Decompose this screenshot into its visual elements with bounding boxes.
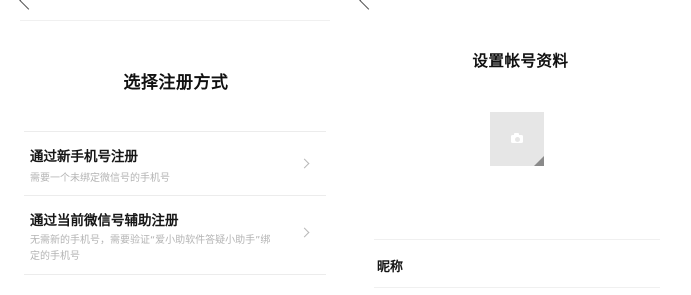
nickname-label: 昵称	[377, 260, 404, 275]
register-with-current-wechat-option[interactable]: 通过当前微信号辅助注册 无需新的手机号，需要验证“爱小助软件答疑小助手”绑定的手…	[24, 196, 326, 275]
back-arrow-icon[interactable]	[359, 0, 378, 10]
page-title: 选择注册方式	[123, 73, 229, 93]
nickname-input[interactable]	[424, 248, 648, 280]
page-title: 设置帐号资料	[472, 52, 569, 70]
back-arrow-icon[interactable]	[19, 0, 38, 10]
camera-icon	[511, 133, 523, 143]
option-title: 通过当前微信号辅助注册	[30, 213, 179, 229]
option-description: 无需新的手机号，需要验证“爱小助软件答疑小助手”绑定的手机号	[30, 235, 271, 262]
register-option-list: 通过新手机号注册 需要一个未绑定微信号的手机号 通过当前微信号辅助注册 无需新的…	[24, 131, 326, 275]
option-title: 通过新手机号注册	[30, 149, 138, 165]
option-description: 需要一个未绑定微信号的手机号	[30, 173, 170, 184]
profile-setup-screen: 设置帐号资料 昵称	[350, 0, 691, 295]
avatar-corner-marker	[534, 156, 544, 166]
nickname-field-row: 昵称	[374, 239, 660, 288]
avatar-upload-button[interactable]	[490, 112, 544, 166]
chevron-right-icon	[299, 158, 310, 169]
chevron-right-icon	[299, 227, 310, 238]
register-with-new-phone-option[interactable]: 通过新手机号注册 需要一个未绑定微信号的手机号	[24, 132, 326, 196]
register-method-screen: 选择注册方式 通过新手机号注册 需要一个未绑定微信号的手机号 通过当前微信号辅助…	[0, 0, 340, 295]
page: 选择注册方式 通过新手机号注册 需要一个未绑定微信号的手机号 通过当前微信号辅助…	[0, 0, 691, 295]
header-divider	[20, 20, 330, 21]
